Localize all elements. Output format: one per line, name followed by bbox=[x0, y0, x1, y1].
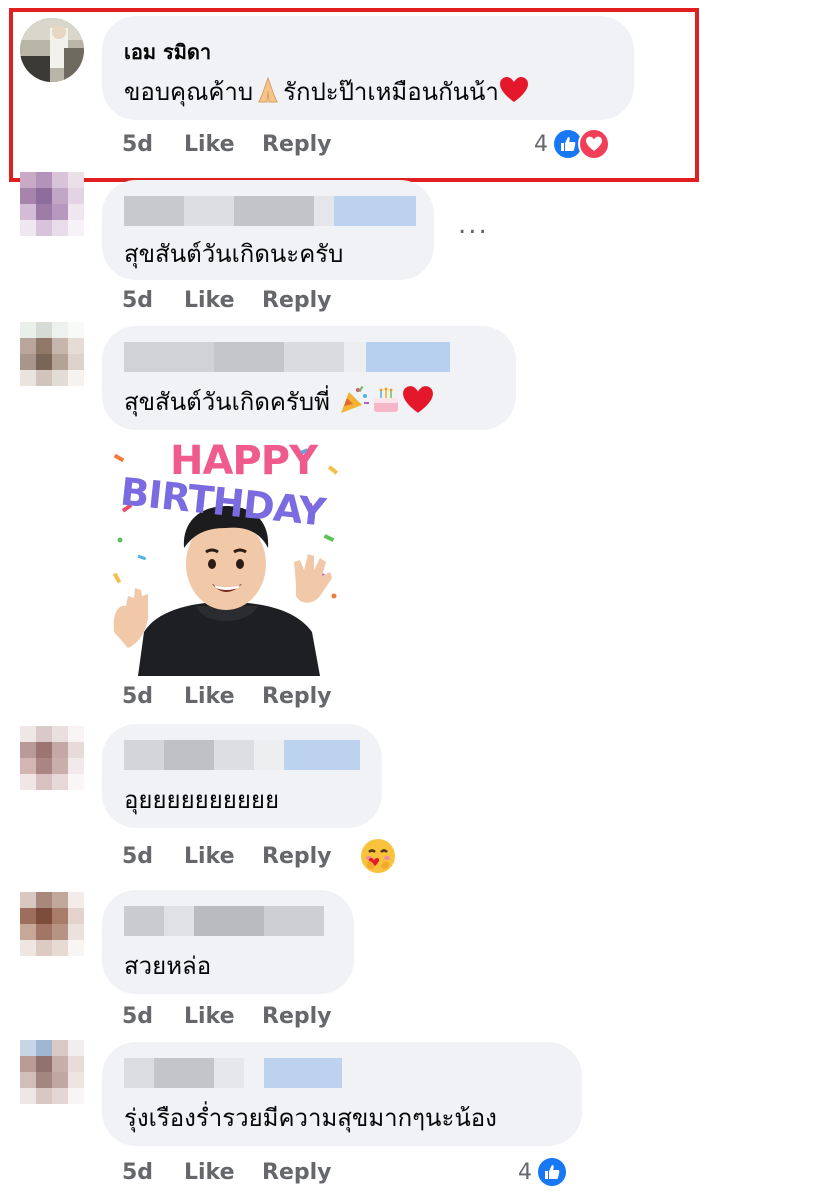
comment-text: รุ่งเรืองร่ำรวยมีความสุขมากๆนะน้อง bbox=[124, 1104, 497, 1132]
reaction-summary[interactable]: 4 bbox=[534, 128, 610, 160]
reply-button[interactable]: Reply bbox=[262, 844, 332, 869]
comment-text: ขอบคุณค้าบ รักปะป๊าเหมือนกันน้า bbox=[124, 72, 529, 111]
more-options-button[interactable]: ... bbox=[458, 210, 489, 240]
author-name-blurred[interactable] bbox=[124, 740, 360, 770]
comment-bubble: รุ่งเรืองร่ำรวยมีความสุขมากๆนะน้อง bbox=[102, 1042, 582, 1146]
like-button[interactable]: Like bbox=[184, 132, 262, 157]
face-holding-heart-emoji[interactable] bbox=[358, 836, 398, 880]
comment-actions: 5d Like Reply bbox=[122, 288, 332, 313]
reaction-summary[interactable]: 4 bbox=[518, 1156, 568, 1188]
timestamp[interactable]: 5d bbox=[122, 132, 184, 157]
comment-actions: 5d Like Reply bbox=[122, 132, 332, 157]
red-heart-emoji bbox=[499, 76, 529, 110]
avatar[interactable] bbox=[20, 322, 84, 386]
love-reaction-icon bbox=[578, 128, 610, 160]
reaction-count: 4 bbox=[518, 1159, 532, 1185]
avatar[interactable] bbox=[20, 892, 84, 956]
birthday-cake-emoji bbox=[370, 384, 402, 422]
like-button[interactable]: Like bbox=[184, 684, 262, 709]
comment-text: อุยยยยยยยยยย bbox=[124, 786, 280, 814]
comment-bubble: เอม รมิดา ขอบคุณค้าบ รักปะป๊าเหมือนกันน้… bbox=[102, 16, 634, 120]
avatar[interactable] bbox=[20, 1040, 84, 1104]
like-button[interactable]: Like bbox=[184, 1004, 262, 1029]
reply-button[interactable]: Reply bbox=[262, 1160, 332, 1185]
comment-bubble: สุขสันต์วันเกิดนะครับ bbox=[102, 180, 434, 280]
comment-bubble: อุยยยยยยยยยย bbox=[102, 724, 382, 828]
timestamp[interactable]: 5d bbox=[122, 684, 184, 709]
author-name-blurred[interactable] bbox=[124, 1058, 342, 1088]
comment-bubble: สุขสันต์วันเกิดครับพี่ bbox=[102, 326, 516, 430]
reaction-count: 4 bbox=[534, 131, 548, 157]
author-name-blurred[interactable] bbox=[124, 196, 416, 226]
comment-actions: 5d Like Reply bbox=[122, 1160, 332, 1185]
birthday-sticker[interactable]: HAPPY BIRTHDAY bbox=[108, 436, 344, 676]
comment-actions: 5d Like Reply bbox=[122, 684, 332, 709]
reply-button[interactable]: Reply bbox=[262, 132, 332, 157]
comment-text: สวยหล่อ bbox=[124, 952, 212, 980]
timestamp[interactable]: 5d bbox=[122, 1004, 184, 1029]
red-heart-emoji bbox=[402, 385, 434, 421]
timestamp[interactable]: 5d bbox=[122, 288, 184, 313]
author-name[interactable]: เอม รมิดา bbox=[124, 36, 211, 68]
like-reaction-icon bbox=[536, 1156, 568, 1188]
reply-button[interactable]: Reply bbox=[262, 684, 332, 709]
reply-button[interactable]: Reply bbox=[262, 1004, 332, 1029]
avatar[interactable] bbox=[20, 172, 84, 236]
like-button[interactable]: Like bbox=[184, 844, 262, 869]
avatar[interactable] bbox=[20, 18, 84, 82]
comment-text: สุขสันต์วันเกิดนะครับ bbox=[124, 240, 344, 268]
timestamp[interactable]: 5d bbox=[122, 1160, 184, 1185]
comment-actions: 5d Like Reply bbox=[122, 1004, 332, 1029]
author-name-blurred[interactable] bbox=[124, 906, 324, 936]
timestamp[interactable]: 5d bbox=[122, 844, 184, 869]
folded-hands-emoji bbox=[253, 75, 283, 111]
like-button[interactable]: Like bbox=[184, 288, 262, 313]
like-button[interactable]: Like bbox=[184, 1160, 262, 1185]
reply-button[interactable]: Reply bbox=[262, 288, 332, 313]
comment-actions: 5d Like Reply bbox=[122, 844, 332, 869]
party-popper-emoji bbox=[338, 384, 370, 422]
comment-text: สุขสันต์วันเกิดครับพี่ bbox=[124, 382, 434, 422]
comment-bubble: สวยหล่อ bbox=[102, 890, 354, 994]
author-name-blurred[interactable] bbox=[124, 342, 450, 372]
avatar[interactable] bbox=[20, 726, 84, 790]
